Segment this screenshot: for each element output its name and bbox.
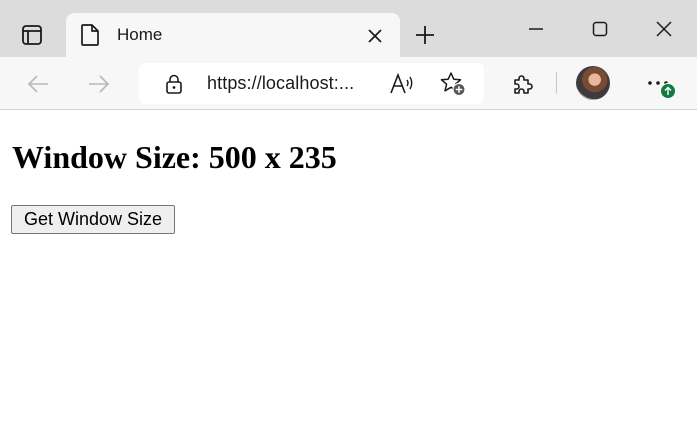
read-aloud-button[interactable] — [387, 69, 417, 99]
settings-and-more-button[interactable] — [638, 67, 678, 101]
browser-toolbar: https://localhost:... — [0, 57, 697, 110]
plus-icon — [416, 26, 434, 44]
minimize-icon — [529, 28, 543, 30]
add-favorite-button[interactable] — [437, 69, 469, 99]
close-icon — [368, 29, 382, 43]
arrow-up-icon — [664, 86, 672, 95]
arrow-right-icon — [89, 75, 110, 93]
puzzle-icon — [514, 75, 533, 94]
new-tab-button[interactable] — [410, 20, 440, 50]
close-window-button[interactable] — [644, 12, 684, 46]
get-window-size-button[interactable]: Get Window Size — [11, 205, 175, 234]
address-bar[interactable]: https://localhost:... — [139, 63, 484, 104]
tab-actions-button[interactable] — [14, 18, 50, 52]
close-tab-button[interactable] — [364, 25, 386, 47]
maximize-icon — [592, 21, 608, 37]
title-bar: Home — [0, 0, 697, 57]
url-text[interactable]: https://localhost:... — [207, 73, 354, 94]
tab-title: Home — [117, 25, 163, 44]
back-button[interactable] — [21, 67, 55, 101]
tab-actions-icon — [22, 25, 42, 45]
lock-icon[interactable] — [163, 73, 185, 95]
maximize-button[interactable] — [580, 12, 620, 46]
profile-avatar[interactable] — [576, 66, 610, 100]
update-badge — [660, 83, 676, 99]
tab-home[interactable]: Home — [66, 13, 400, 57]
page-heading: Window Size: 500 x 235 — [12, 139, 337, 175]
forward-button[interactable] — [82, 67, 116, 101]
add-favorite-icon — [440, 72, 466, 97]
extensions-button[interactable] — [506, 67, 540, 101]
page-icon — [81, 24, 99, 46]
toolbar-divider — [556, 72, 557, 94]
arrow-left-icon — [27, 75, 48, 93]
read-aloud-icon — [390, 73, 413, 94]
minimize-button[interactable] — [516, 12, 556, 46]
close-icon — [656, 21, 672, 37]
